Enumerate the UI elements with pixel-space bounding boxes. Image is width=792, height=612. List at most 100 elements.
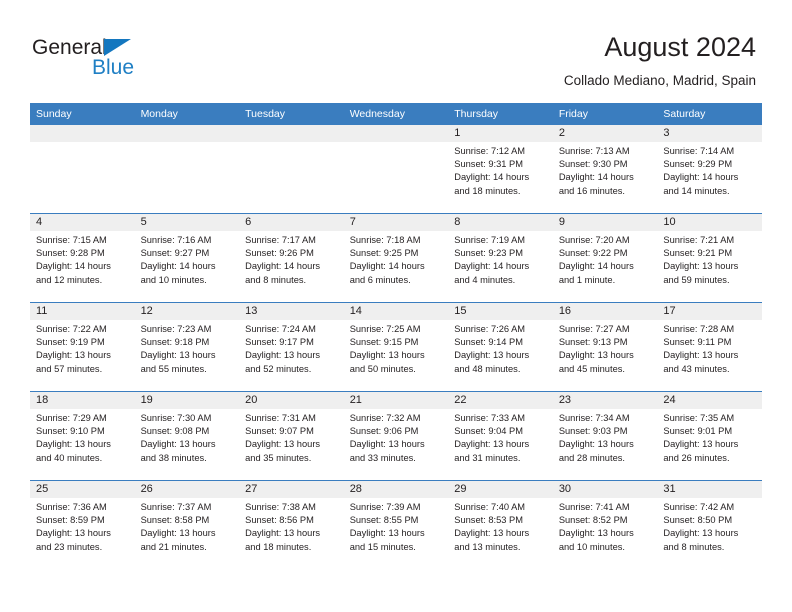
calendar-day-cell[interactable]: 20 Sunrise: 7:31 AM Sunset: 9:07 PM Dayligh… xyxy=(239,391,344,481)
sunrise-time: Sunrise: 7:32 AM xyxy=(349,413,421,423)
calendar-cell-inner: 1 Sunrise: 7:12 AM Sunset: 9:31 PM Daylight… xyxy=(448,125,553,213)
daylight-duration-line1: Daylight: 13 hours xyxy=(454,350,530,361)
sunrise-time: Sunrise: 7:38 AM xyxy=(245,502,316,512)
calendar-body: 1 Sunrise: 7:12 AM Sunset: 9:31 PM Daylight… xyxy=(30,125,762,569)
calendar-day-cell[interactable]: 23 Sunrise: 7:34 AM Sunset: 9:03 PM Dayligh… xyxy=(552,391,658,481)
daylight-duration-line2: and 45 minutes. xyxy=(558,363,625,374)
brand-logo[interactable]: General Blue xyxy=(32,36,252,86)
sunset-time: Sunset: 9:26 PM xyxy=(245,248,314,259)
calendar-cell-inner: 19 Sunrise: 7:30 AM Sunset: 9:08 PM Dayligh… xyxy=(134,392,240,480)
day-details: Sunrise: 7:31 AM Sunset: 9:07 PM Daylight:… xyxy=(239,409,344,465)
calendar-cell-inner: 17 Sunrise: 7:28 AM Sunset: 9:11 PM Dayligh… xyxy=(657,303,762,391)
calendar-day-cell[interactable]: 22 Sunrise: 7:33 AM Sunset: 9:04 PM Dayligh… xyxy=(448,391,553,481)
day-details: Sunrise: 7:28 AM Sunset: 9:11 PM Daylight:… xyxy=(657,320,762,376)
daylight-duration-line2: and 26 minutes. xyxy=(663,452,730,463)
calendar-day-cell[interactable]: 26 Sunrise: 7:37 AM Sunset: 8:58 PM Dayligh… xyxy=(134,480,240,569)
weekday-header-thursday: Thursday xyxy=(448,103,553,125)
sunrise-time: Sunrise: 7:39 AM xyxy=(349,502,421,512)
daylight-duration-line1: Daylight: 13 hours xyxy=(349,350,425,361)
calendar-cell-inner xyxy=(134,125,240,213)
calendar-day-cell[interactable]: 7 Sunrise: 7:18 AM Sunset: 9:25 PM Daylight… xyxy=(343,213,449,303)
daylight-duration-line1: Daylight: 13 hours xyxy=(140,528,216,539)
calendar-cell-inner: 25 Sunrise: 7:36 AM Sunset: 8:59 PM Dayligh… xyxy=(30,481,135,569)
calendar-day-cell[interactable]: 30 Sunrise: 7:41 AM Sunset: 8:52 PM Dayligh… xyxy=(552,480,658,569)
day-number xyxy=(239,125,344,142)
calendar-day-cell[interactable]: 13 Sunrise: 7:24 AM Sunset: 9:17 PM Dayligh… xyxy=(239,302,344,392)
sunrise-time: Sunrise: 7:29 AM xyxy=(36,413,107,423)
calendar-cell-inner: 10 Sunrise: 7:21 AM Sunset: 9:21 PM Dayligh… xyxy=(657,214,762,302)
calendar-cell-inner: 24 Sunrise: 7:35 AM Sunset: 9:01 PM Dayligh… xyxy=(657,392,762,480)
day-details: Sunrise: 7:37 AM Sunset: 8:58 PM Daylight:… xyxy=(135,498,240,554)
calendar-day-cell[interactable]: 27 Sunrise: 7:38 AM Sunset: 8:56 PM Dayligh… xyxy=(239,480,344,569)
daylight-duration-line2: and 8 minutes. xyxy=(245,274,307,285)
sunrise-time: Sunrise: 7:30 AM xyxy=(140,413,212,423)
calendar-day-cell[interactable]: 24 Sunrise: 7:35 AM Sunset: 9:01 PM Dayligh… xyxy=(657,391,762,481)
calendar-day-cell[interactable]: 25 Sunrise: 7:36 AM Sunset: 8:59 PM Dayligh… xyxy=(30,480,135,569)
calendar-day-cell[interactable]: 12 Sunrise: 7:23 AM Sunset: 9:18 PM Dayligh… xyxy=(134,302,240,392)
day-number: 10 xyxy=(657,214,762,231)
daylight-duration-line2: and 4 minutes. xyxy=(454,274,516,285)
daylight-duration-line2: and 15 minutes. xyxy=(349,541,416,552)
calendar-cell-inner: 16 Sunrise: 7:27 AM Sunset: 9:13 PM Dayligh… xyxy=(552,303,658,391)
calendar-day-cell[interactable]: 8 Sunrise: 7:19 AM Sunset: 9:23 PM Daylight… xyxy=(448,213,553,303)
calendar-day-cell[interactable]: 14 Sunrise: 7:25 AM Sunset: 9:15 PM Dayligh… xyxy=(343,302,449,392)
sunrise-time: Sunrise: 7:27 AM xyxy=(558,324,630,334)
day-number: 7 xyxy=(343,214,449,231)
day-number: 28 xyxy=(343,481,449,498)
sunrise-time: Sunrise: 7:28 AM xyxy=(663,324,735,334)
calendar-day-cell[interactable]: 29 Sunrise: 7:40 AM Sunset: 8:53 PM Dayligh… xyxy=(448,480,553,569)
day-details: Sunrise: 7:19 AM Sunset: 9:23 PM Daylight:… xyxy=(448,231,553,287)
calendar-day-cell[interactable]: 16 Sunrise: 7:27 AM Sunset: 9:13 PM Dayligh… xyxy=(552,302,658,392)
day-details: Sunrise: 7:22 AM Sunset: 9:19 PM Daylight:… xyxy=(30,320,135,376)
calendar-day-cell[interactable]: 4 Sunrise: 7:15 AM Sunset: 9:28 PM Daylight… xyxy=(30,213,135,303)
day-details: Sunrise: 7:40 AM Sunset: 8:53 PM Daylight:… xyxy=(448,498,553,554)
calendar-day-cell[interactable]: 9 Sunrise: 7:20 AM Sunset: 9:22 PM Daylight… xyxy=(552,213,658,303)
calendar-day-cell[interactable]: 5 Sunrise: 7:16 AM Sunset: 9:27 PM Daylight… xyxy=(134,213,240,303)
calendar-day-cell[interactable]: 15 Sunrise: 7:26 AM Sunset: 9:14 PM Dayligh… xyxy=(448,302,553,392)
calendar-cell-inner: 12 Sunrise: 7:23 AM Sunset: 9:18 PM Dayligh… xyxy=(134,303,240,391)
calendar-day-cell[interactable]: 11 Sunrise: 7:22 AM Sunset: 9:19 PM Dayligh… xyxy=(30,302,135,392)
sunset-time: Sunset: 9:06 PM xyxy=(349,426,419,437)
calendar-day-cell[interactable]: 17 Sunrise: 7:28 AM Sunset: 9:11 PM Dayligh… xyxy=(657,302,762,392)
calendar-day-cell[interactable]: 6 Sunrise: 7:17 AM Sunset: 9:26 PM Daylight… xyxy=(239,213,344,303)
calendar-day-cell[interactable]: 2 Sunrise: 7:13 AM Sunset: 9:30 PM Daylight… xyxy=(552,125,658,214)
daylight-duration-line2: and 40 minutes. xyxy=(36,452,103,463)
day-number: 24 xyxy=(657,392,762,409)
calendar-cell-inner xyxy=(239,125,344,213)
daylight-duration-line2: and 13 minutes. xyxy=(454,541,521,552)
daylight-duration-line1: Daylight: 13 hours xyxy=(245,439,321,450)
calendar-day-cell[interactable]: 28 Sunrise: 7:39 AM Sunset: 8:55 PM Dayligh… xyxy=(343,480,449,569)
calendar-day-cell[interactable]: 1 Sunrise: 7:12 AM Sunset: 9:31 PM Daylight… xyxy=(448,125,553,214)
day-details: Sunrise: 7:32 AM Sunset: 9:06 PM Daylight:… xyxy=(344,409,449,465)
day-details: Sunrise: 7:14 AM Sunset: 9:29 PM Daylight:… xyxy=(657,142,762,198)
daylight-duration-line1: Daylight: 13 hours xyxy=(454,528,530,539)
calendar-cell-inner: 18 Sunrise: 7:29 AM Sunset: 9:10 PM Dayligh… xyxy=(30,392,135,480)
sunrise-time: Sunrise: 7:40 AM xyxy=(454,502,526,512)
calendar-day-cell[interactable]: 19 Sunrise: 7:30 AM Sunset: 9:08 PM Dayligh… xyxy=(134,391,240,481)
calendar-day-cell[interactable]: 31 Sunrise: 7:42 AM Sunset: 8:50 PM Dayligh… xyxy=(657,480,762,569)
sunset-time: Sunset: 8:53 PM xyxy=(454,515,523,526)
day-number: 17 xyxy=(657,303,762,320)
calendar-week-row: 11 Sunrise: 7:22 AM Sunset: 9:19 PM Dayligh… xyxy=(30,302,762,392)
day-number: 4 xyxy=(30,214,135,231)
daylight-duration-line1: Daylight: 13 hours xyxy=(245,350,321,361)
daylight-duration-line1: Daylight: 13 hours xyxy=(558,439,634,450)
sunset-time: Sunset: 9:31 PM xyxy=(454,159,523,170)
calendar-day-cell[interactable]: 18 Sunrise: 7:29 AM Sunset: 9:10 PM Dayligh… xyxy=(30,391,135,481)
daylight-duration-line2: and 16 minutes. xyxy=(558,185,625,196)
calendar-day-cell[interactable]: 3 Sunrise: 7:14 AM Sunset: 9:29 PM Daylight… xyxy=(657,125,762,214)
daylight-duration-line1: Daylight: 14 hours xyxy=(36,261,111,272)
day-details: Sunrise: 7:39 AM Sunset: 8:55 PM Daylight:… xyxy=(344,498,449,554)
sunrise-time: Sunrise: 7:34 AM xyxy=(558,413,630,423)
calendar-cell-inner: 7 Sunrise: 7:18 AM Sunset: 9:25 PM Daylight… xyxy=(343,214,449,302)
calendar-cell-inner: 3 Sunrise: 7:14 AM Sunset: 9:29 PM Daylight… xyxy=(657,125,762,213)
calendar-day-cell[interactable]: 21 Sunrise: 7:32 AM Sunset: 9:06 PM Dayligh… xyxy=(343,391,449,481)
daylight-duration-line2: and 59 minutes. xyxy=(663,274,730,285)
sunrise-time: Sunrise: 7:15 AM xyxy=(36,235,107,245)
sunrise-time: Sunrise: 7:16 AM xyxy=(140,235,212,245)
calendar-cell-empty xyxy=(239,125,344,214)
calendar-day-cell[interactable]: 10 Sunrise: 7:21 AM Sunset: 9:21 PM Dayligh… xyxy=(657,213,762,303)
weekday-header-saturday: Saturday xyxy=(657,103,762,125)
calendar-cell-inner: 30 Sunrise: 7:41 AM Sunset: 8:52 PM Dayligh… xyxy=(552,481,658,569)
day-number: 3 xyxy=(657,125,762,142)
